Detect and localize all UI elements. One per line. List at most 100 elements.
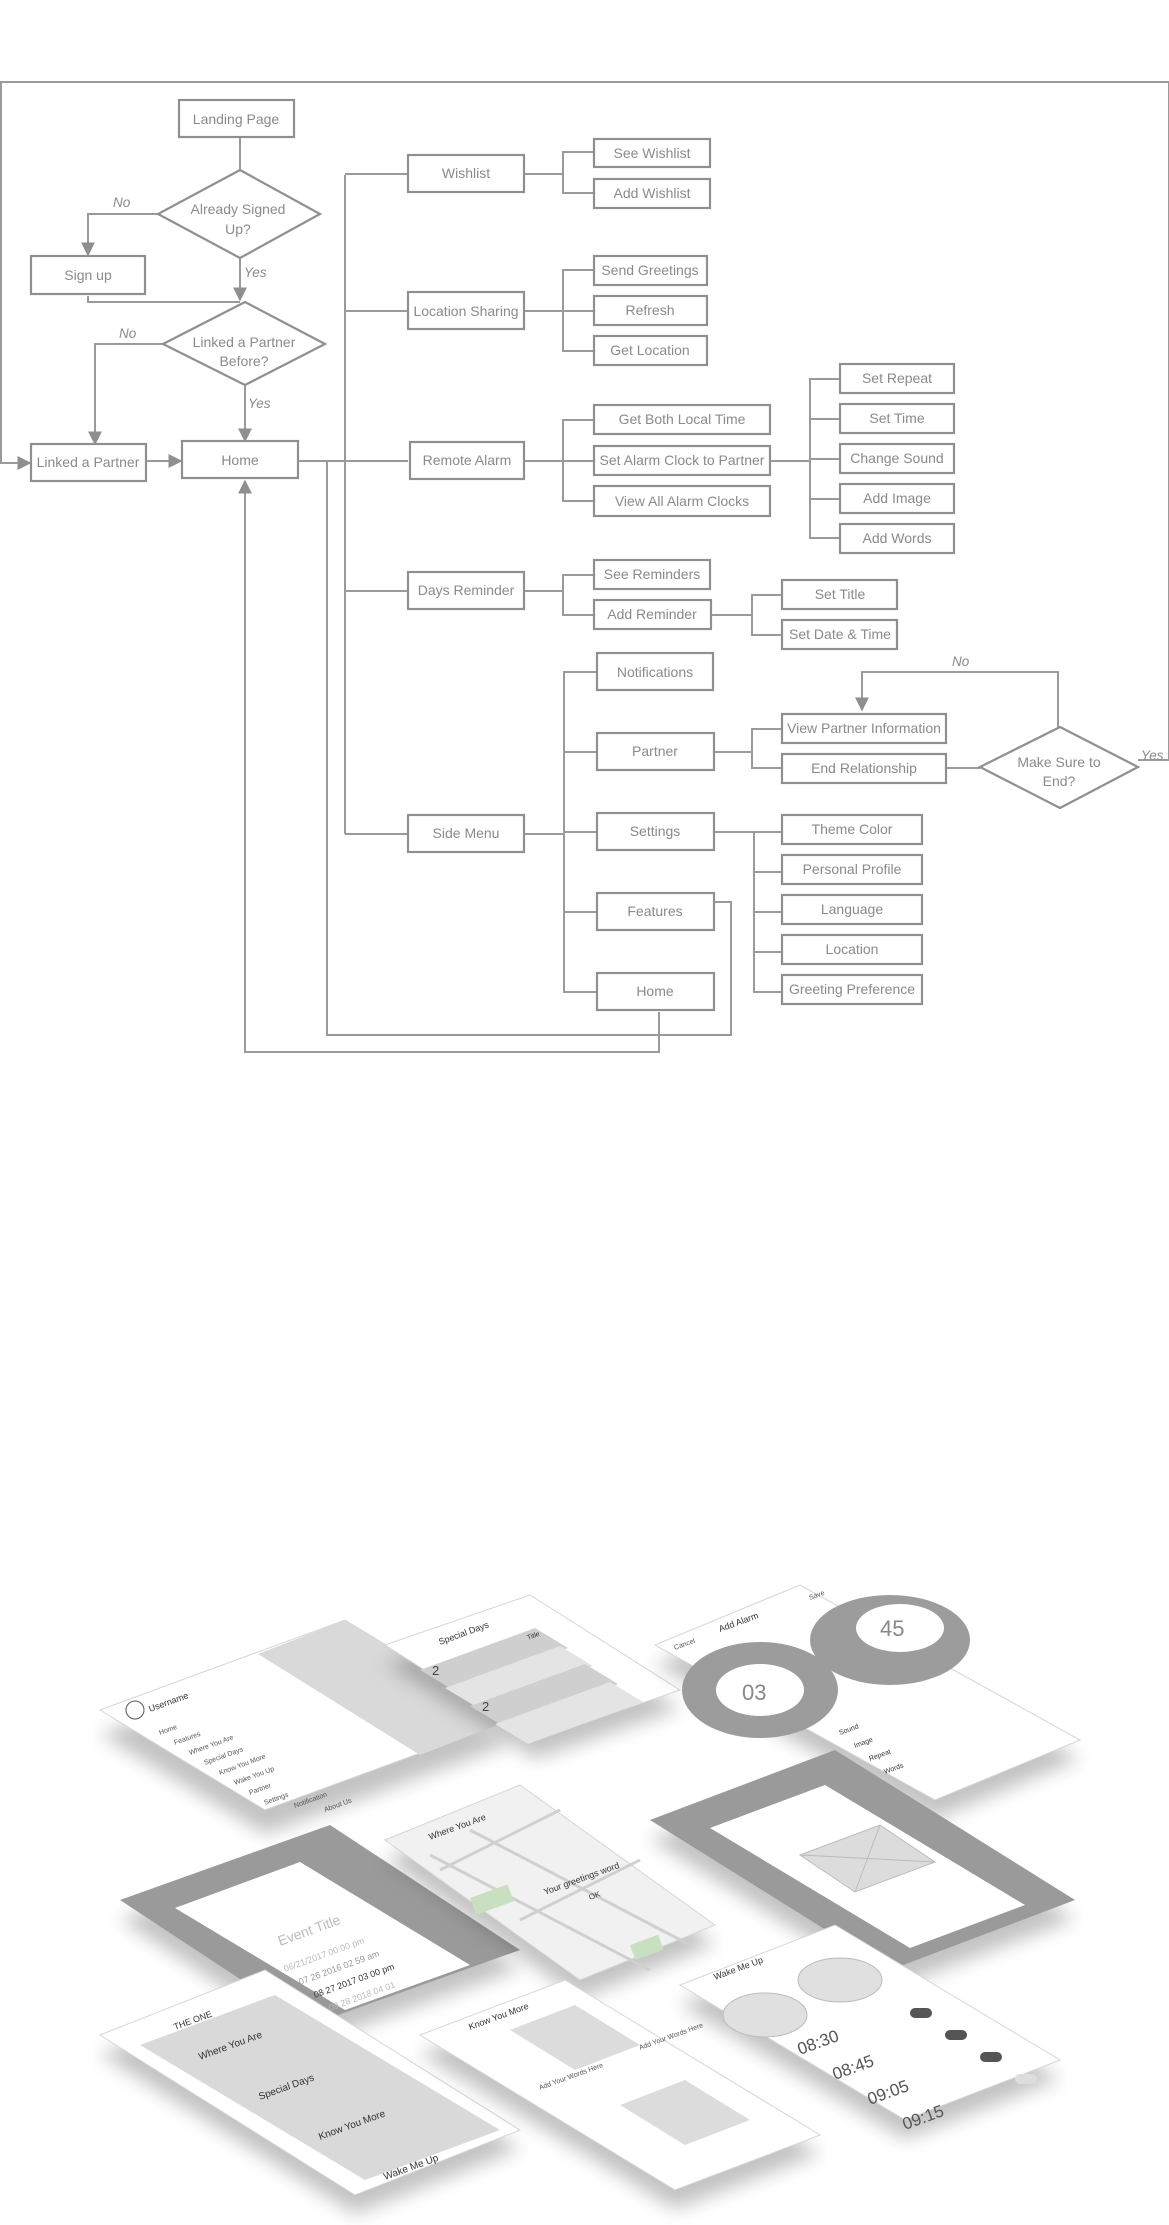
svg-text:Home: Home [636, 983, 674, 999]
svg-text:Get Both Local Time: Get Both Local Time [619, 411, 746, 427]
node-remote-alarm: Remote Alarm [408, 440, 526, 481]
node-add-wishlist: Add Wishlist [592, 177, 712, 210]
node-theme-color: Theme Color [780, 813, 924, 846]
node-change-sound: Change Sound [838, 442, 956, 475]
svg-text:Refresh: Refresh [625, 302, 674, 318]
node-see-wishlist: See Wishlist [592, 137, 712, 169]
svg-text:Add Reminder: Add Reminder [607, 606, 697, 622]
svg-text:Greeting Preference: Greeting Preference [789, 981, 915, 997]
toggle-switch[interactable] [1015, 2074, 1037, 2084]
svg-text:Settings: Settings [630, 823, 681, 839]
node-set-alarm-clock: Set Alarm Clock to Partner [592, 444, 772, 477]
svg-text:Language: Language [821, 901, 884, 917]
svg-text:Set Time: Set Time [869, 410, 924, 426]
edge-label-no: No [952, 654, 970, 669]
svg-text:Days Reminder: Days Reminder [418, 582, 515, 598]
node-personal-profile: Personal Profile [780, 853, 924, 886]
node-get-location: Get Location [592, 334, 709, 367]
node-language: Language [780, 893, 924, 926]
toggle-switch[interactable] [910, 2008, 932, 2018]
node-side-menu: Side Menu [406, 813, 526, 854]
node-set-title: Set Title [780, 578, 899, 611]
app-flowchart: Landing Page Already Signed Up? No Yes S… [0, 81, 1169, 1053]
node-days-reminder: Days Reminder [406, 570, 526, 611]
svg-text:Personal Profile: Personal Profile [803, 861, 902, 877]
svg-text:Linked a Partner: Linked a Partner [193, 334, 296, 350]
node-add-words: Add Words [838, 522, 956, 555]
svg-text:End Relationship: End Relationship [811, 760, 917, 776]
svg-text:Set Title: Set Title [815, 586, 866, 602]
node-sign-up: Sign up [29, 254, 147, 296]
node-location: Location [780, 933, 924, 966]
node-greeting-preference: Greeting Preference [780, 973, 924, 1006]
node-settings: Settings [595, 811, 716, 852]
svg-text:Change Sound: Change Sound [850, 450, 943, 466]
toggle-switch[interactable] [980, 2052, 1002, 2062]
decision-linked-before: Linked a Partner Before? [160, 300, 328, 387]
edge-label-yes: Yes [248, 396, 271, 411]
svg-text:Notifications: Notifications [617, 664, 693, 680]
svg-text:View All Alarm Clocks: View All Alarm Clocks [615, 493, 749, 509]
svg-text:Sign up: Sign up [64, 267, 112, 283]
node-get-both-local-time: Get Both Local Time [592, 403, 772, 436]
svg-text:Home: Home [221, 452, 259, 468]
svg-text:Already Signed: Already Signed [191, 201, 286, 217]
svg-text:Set Alarm Clock to Partner: Set Alarm Clock to Partner [600, 452, 765, 468]
screen-home: THE ONE Where You Are Special Days Know … [98, 1969, 522, 2214]
svg-text:Add Image: Add Image [863, 490, 931, 506]
clock-icon [722, 1992, 808, 2038]
special-days-count: 2 [432, 1663, 439, 1678]
svg-text:See Wishlist: See Wishlist [613, 145, 690, 161]
toggle-switch[interactable] [945, 2030, 967, 2040]
node-home-side: Home [595, 971, 716, 1012]
isometric-wireframe-mockups: Username Home Features Where You Are Spe… [98, 1584, 1082, 2214]
svg-text:Remote Alarm: Remote Alarm [423, 452, 512, 468]
svg-text:Features: Features [627, 903, 682, 919]
edge-label-yes: Yes [244, 265, 267, 280]
alarm-hour: 03 [742, 1680, 766, 1705]
node-add-image: Add Image [838, 482, 956, 515]
svg-text:Side Menu: Side Menu [433, 825, 500, 841]
node-set-repeat: Set Repeat [838, 362, 956, 395]
node-home: Home [180, 439, 300, 480]
node-wishlist: Wishlist [406, 153, 526, 194]
edge-label-no: No [113, 195, 131, 210]
decision-make-sure-to-end: Make Sure to End? [977, 725, 1141, 810]
node-linked-a-partner: Linked a Partner [29, 442, 148, 483]
svg-text:Make Sure to: Make Sure to [1017, 754, 1100, 770]
node-view-all-alarm-clocks: View All Alarm Clocks [592, 484, 772, 518]
svg-text:View Partner Information: View Partner Information [787, 720, 941, 736]
svg-text:Before?: Before? [219, 353, 268, 369]
svg-text:Partner: Partner [632, 743, 678, 759]
node-features: Features [595, 891, 716, 932]
edge-label-yes: Yes [1141, 748, 1164, 763]
svg-text:Set Date & Time: Set Date & Time [789, 626, 891, 642]
clock-icon [797, 1957, 883, 2003]
node-send-greetings: Send Greetings [592, 254, 709, 287]
node-add-reminder: Add Reminder [592, 598, 713, 631]
svg-text:Add Words: Add Words [863, 530, 932, 546]
node-see-reminders: See Reminders [592, 558, 712, 591]
svg-text:Theme Color: Theme Color [812, 821, 893, 837]
node-refresh: Refresh [592, 294, 709, 327]
svg-text:Wishlist: Wishlist [442, 165, 490, 181]
node-partner: Partner [595, 731, 716, 772]
node-end-relationship: End Relationship [780, 752, 948, 785]
node-landing-page: Landing Page [177, 98, 296, 139]
node-set-date-time: Set Date & Time [780, 618, 899, 651]
svg-text:Location: Location [826, 941, 879, 957]
svg-text:Get Location: Get Location [610, 342, 689, 358]
svg-text:Linked a Partner: Linked a Partner [37, 454, 140, 470]
node-set-time: Set Time [838, 402, 956, 435]
svg-text:See Reminders: See Reminders [604, 566, 701, 582]
decision-already-signed-up: Already Signed Up? [155, 168, 323, 260]
edge-label-no: No [119, 326, 137, 341]
special-days-count: 2 [482, 1699, 489, 1714]
svg-text:Up?: Up? [225, 221, 251, 237]
node-view-partner-information: View Partner Information [780, 712, 948, 745]
svg-text:Set Repeat: Set Repeat [862, 370, 932, 386]
flowchart-connectors [0, 81, 1169, 1053]
node-location-sharing: Location Sharing [406, 290, 526, 331]
svg-text:Landing Page: Landing Page [193, 111, 280, 127]
svg-text:Send Greetings: Send Greetings [601, 262, 698, 278]
